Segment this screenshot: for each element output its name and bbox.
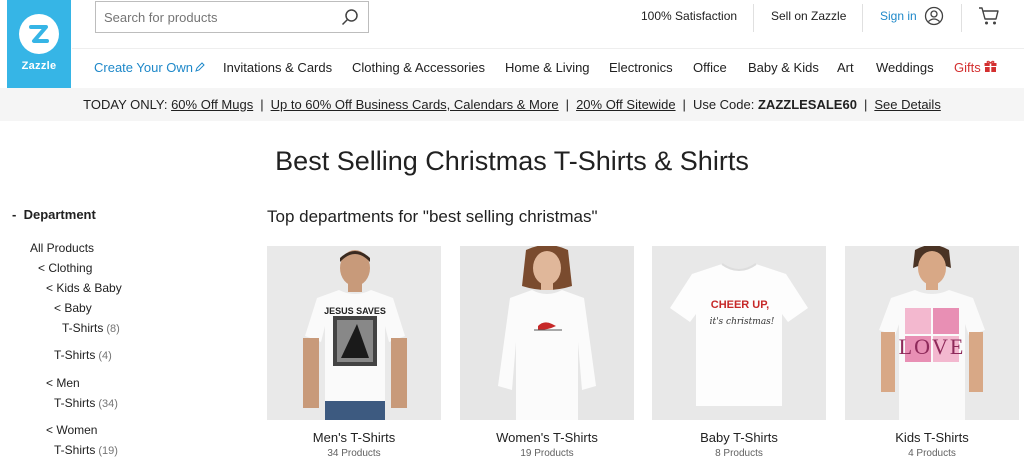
search-input[interactable]: [104, 9, 340, 25]
sidebar-item-men[interactable]: < Men: [46, 376, 80, 390]
sidebar-item-count: (8): [106, 323, 120, 335]
nav-office[interactable]: Office: [693, 60, 727, 75]
card-name[interactable]: Women's T-Shirts: [460, 430, 634, 445]
page-title: Best Selling Christmas T-Shirts & Shirts: [275, 146, 749, 176]
promo-mugs-link[interactable]: 60% Off Mugs: [171, 97, 253, 112]
product-image[interactable]: CHEER UP, it's christmas!: [652, 246, 826, 420]
sign-in-link[interactable]: Sign in: [880, 9, 917, 23]
nav-create-your-own[interactable]: Create Your Own: [94, 60, 205, 75]
pencil-icon: [195, 60, 205, 75]
nav-clothing-accessories[interactable]: Clothing & Accessories: [352, 60, 485, 75]
sidebar-item-men-tshirts[interactable]: T-Shirts (34): [54, 396, 118, 410]
nav-item-label: Gifts: [954, 60, 981, 75]
promo-sitewide-link[interactable]: 20% Off Sitewide: [576, 97, 675, 112]
logo-text: Zazzle: [21, 60, 57, 72]
card-count: 8 Products: [715, 448, 763, 459]
divider: [862, 4, 863, 32]
zazzle-logo-icon: [19, 14, 59, 54]
sidebar-item-baby-tshirts[interactable]: T-Shirts (8): [62, 321, 120, 335]
separator: |: [682, 97, 686, 112]
sidebar-item-label: < Kids & Baby: [46, 281, 122, 295]
sidebar-item-label: T-Shirts: [54, 348, 96, 362]
card-count: 34 Products: [327, 448, 381, 459]
promo-code: ZAZZLESALE60: [757, 97, 857, 112]
nav-baby-kids[interactable]: Baby & Kids: [748, 60, 819, 75]
divider: [753, 4, 754, 32]
sidebar-item-count: (34): [98, 398, 118, 410]
nav-electronics[interactable]: Electronics: [609, 60, 673, 75]
nav-item-label: Create Your Own: [94, 60, 194, 75]
sidebar-item-clothing[interactable]: < Clothing: [38, 261, 92, 275]
nav-gifts[interactable]: Gifts: [954, 60, 997, 76]
department-heading[interactable]: - Department: [12, 207, 96, 222]
cart-icon[interactable]: [978, 6, 1000, 31]
shirt-graphic-text: JESUS SAVES: [324, 306, 386, 316]
search-box[interactable]: [95, 1, 369, 33]
nav-art[interactable]: Art: [837, 60, 854, 75]
sidebar-item-label: < Women: [46, 423, 98, 437]
card-name[interactable]: Kids T-Shirts: [845, 430, 1019, 445]
shirt-graphic-text: CHEER UP,: [711, 299, 769, 311]
product-image[interactable]: JESUS SAVES: [267, 246, 441, 420]
sidebar-item-baby[interactable]: < Baby: [54, 301, 92, 315]
sidebar-item-label: < Clothing: [38, 261, 93, 275]
sidebar-item-label: T-Shirts: [54, 443, 96, 457]
department-card-kids[interactable]: LOVE Kids T-Shirts 4 Products: [845, 246, 1019, 459]
nav-invitations-cards[interactable]: Invitations & Cards: [223, 60, 332, 75]
separator: |: [565, 97, 570, 112]
sidebar-item-count: (4): [98, 350, 112, 362]
sidebar-item-label: T-Shirts: [62, 321, 104, 335]
promo-prefix: TODAY ONLY:: [83, 97, 168, 112]
sidebar-item-kids-tshirts[interactable]: T-Shirts (4): [54, 348, 112, 362]
product-image[interactable]: LOVE: [845, 246, 1019, 420]
department-card-women[interactable]: Women's T-Shirts 19 Products: [460, 246, 634, 459]
sidebar-item-kids-baby[interactable]: < Kids & Baby: [46, 281, 122, 295]
department-card-men[interactable]: JESUS SAVES Men's T-Shirts 34 Products: [267, 246, 441, 459]
zazzle-logo[interactable]: Zazzle: [7, 0, 71, 92]
satisfaction-link[interactable]: 100% Satisfaction: [641, 9, 737, 23]
sidebar-item-all-products[interactable]: All Products: [30, 241, 94, 255]
card-name[interactable]: Men's T-Shirts: [267, 430, 441, 445]
gift-icon: [984, 60, 997, 76]
shirt-graphic-text-2: it's christmas!: [710, 317, 775, 327]
section-subtitle: Top departments for "best selling christ…: [267, 207, 598, 226]
separator: |: [863, 97, 868, 112]
sidebar-item-label: All Products: [30, 241, 95, 255]
sidebar-item-label: < Baby: [54, 301, 92, 315]
see-details-link[interactable]: See Details: [874, 97, 940, 112]
card-count: 19 Products: [520, 448, 574, 459]
divider: [961, 4, 962, 32]
sidebar-item-label: T-Shirts: [54, 396, 96, 410]
sidebar-item-women[interactable]: < Women: [46, 423, 97, 437]
sidebar-item-label: < Men: [46, 376, 80, 390]
separator: |: [260, 97, 264, 112]
card-count: 4 Products: [908, 448, 956, 459]
collapse-toggle[interactable]: -: [12, 207, 16, 222]
header-divider: [72, 48, 1024, 49]
product-image[interactable]: [460, 246, 634, 420]
account-icon[interactable]: [924, 6, 944, 31]
sidebar-item-women-tshirts[interactable]: T-Shirts (19): [54, 443, 118, 457]
promo-bar: TODAY ONLY: 60% Off Mugs | Up to 60% Off…: [0, 88, 1024, 121]
sidebar-item-count: (19): [98, 445, 118, 457]
promo-code-label: Use Code:: [692, 97, 755, 112]
promo-business-cards-link[interactable]: Up to 60% Off Business Cards, Calendars …: [271, 97, 559, 112]
sell-on-zazzle-link[interactable]: Sell on Zazzle: [771, 9, 846, 23]
card-name[interactable]: Baby T-Shirts: [652, 430, 826, 445]
department-card-baby[interactable]: CHEER UP, it's christmas! Baby T-Shirts …: [652, 246, 826, 459]
search-icon[interactable]: [340, 7, 360, 27]
department-label: Department: [23, 207, 96, 222]
nav-weddings[interactable]: Weddings: [876, 60, 934, 75]
nav-home-living[interactable]: Home & Living: [505, 60, 590, 75]
shirt-graphic-text: LOVE: [899, 334, 966, 359]
